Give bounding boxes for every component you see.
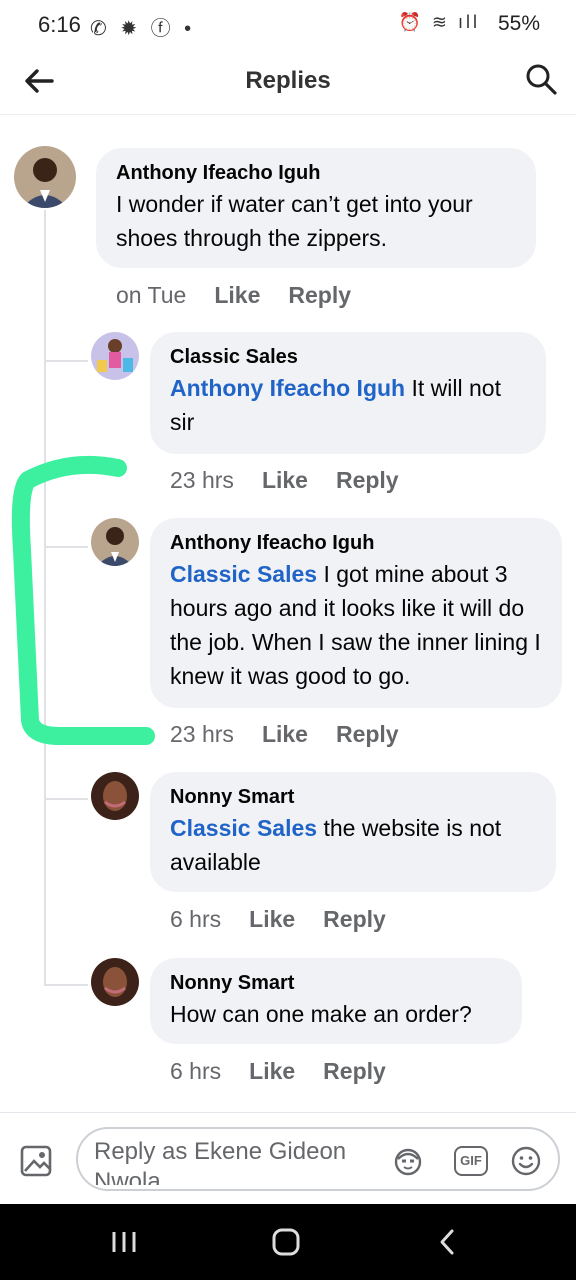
comment-time: on Tue	[116, 282, 187, 308]
comment-bubble: Anthony Ifeacho Iguh Classic Sales I got…	[150, 518, 562, 708]
avatar[interactable]	[91, 332, 139, 380]
app-header: Replies	[0, 50, 576, 115]
thread-connector	[44, 360, 88, 362]
signal-icons: ⏰ ≋ ıll	[398, 12, 480, 32]
like-button[interactable]: Like	[249, 906, 295, 932]
reply-button[interactable]: Reply	[336, 721, 399, 747]
emoji-icon[interactable]	[510, 1145, 542, 1177]
thread-connector	[44, 798, 88, 800]
page-title: Replies	[245, 67, 331, 94]
reply-composer: Reply as Ekene Gideon Nwola GIF	[0, 1112, 576, 1205]
avatar-shopping-icon	[91, 332, 139, 380]
photo-icon[interactable]	[18, 1141, 58, 1181]
notification-icons: ✆ ✹ ⓕ •	[90, 18, 196, 40]
mention-link[interactable]: Anthony Ifeacho Iguh	[170, 375, 405, 401]
mention-link[interactable]: Classic Sales	[170, 815, 317, 841]
like-button[interactable]: Like	[262, 721, 308, 747]
comment-time: 6 hrs	[170, 1058, 222, 1084]
comment-time: 23 hrs	[170, 467, 234, 493]
comment-time: 6 hrs	[170, 906, 222, 932]
comment-actions: 23 hrs Like Reply	[170, 721, 399, 748]
thread-connector	[44, 984, 88, 986]
like-button[interactable]: Like	[214, 282, 260, 308]
gif-icon[interactable]: GIF	[454, 1146, 488, 1176]
reply-button[interactable]: Reply	[323, 906, 386, 932]
avatar-woman-icon	[91, 958, 139, 1006]
comment-actions: 23 hrs Like Reply	[170, 467, 399, 494]
comment-actions: 6 hrs Like Reply	[170, 1058, 386, 1085]
status-time: 6:16	[38, 12, 81, 37]
back-icon[interactable]	[428, 1226, 468, 1258]
avatar[interactable]	[91, 958, 139, 1006]
recent-apps-icon[interactable]	[104, 1226, 144, 1258]
comment-author[interactable]: Anthony Ifeacho Iguh	[116, 162, 516, 185]
highlight-bracket-mark	[11, 455, 155, 745]
comment-text: I wonder if water can’t get into your sh…	[116, 191, 473, 251]
home-icon[interactable]	[266, 1226, 306, 1258]
comment-actions: on Tue Like Reply	[116, 282, 351, 309]
avatar[interactable]	[14, 146, 76, 208]
comment-bubble: Nonny Smart How can one make an order?	[150, 958, 522, 1044]
comment-bubble: Anthony Ifeacho Iguh I wonder if water c…	[96, 148, 536, 268]
comment-bubble: Classic Sales Anthony Ifeacho Iguh It wi…	[150, 332, 546, 454]
avatar-woman-icon	[91, 772, 139, 820]
like-button[interactable]: Like	[262, 467, 308, 493]
avatar[interactable]	[91, 772, 139, 820]
reply-input[interactable]: Reply as Ekene Gideon Nwola GIF	[76, 1127, 560, 1191]
reply-button[interactable]: Reply	[336, 467, 399, 493]
comment-author[interactable]: Nonny Smart	[170, 786, 536, 809]
like-button[interactable]: Like	[249, 1058, 295, 1084]
mention-link[interactable]: Classic Sales	[170, 561, 317, 587]
comment-author[interactable]: Anthony Ifeacho Iguh	[170, 532, 542, 555]
battery-level: 55%	[497, 12, 540, 35]
reply-button[interactable]: Reply	[323, 1058, 386, 1084]
avatar-sticker-icon[interactable]	[392, 1145, 424, 1177]
comment-author[interactable]: Nonny Smart	[170, 972, 502, 995]
comment-time: 23 hrs	[170, 721, 234, 747]
avatar-man-icon	[14, 146, 76, 208]
comment-author[interactable]: Classic Sales	[170, 346, 526, 369]
comment-actions: 6 hrs Like Reply	[170, 906, 386, 933]
reply-placeholder: Reply as Ekene Gideon Nwola	[94, 1138, 347, 1185]
comment-bubble: Nonny Smart Classic Sales the website is…	[150, 772, 556, 892]
search-icon[interactable]	[524, 62, 558, 96]
comment-text: How can one make an order?	[170, 1001, 472, 1027]
system-nav-bar	[0, 1204, 576, 1280]
reply-button[interactable]: Reply	[288, 282, 351, 308]
status-bar: 6:16 ✆ ✹ ⓕ • ⏰ ≋ ıll 55%	[0, 0, 576, 50]
